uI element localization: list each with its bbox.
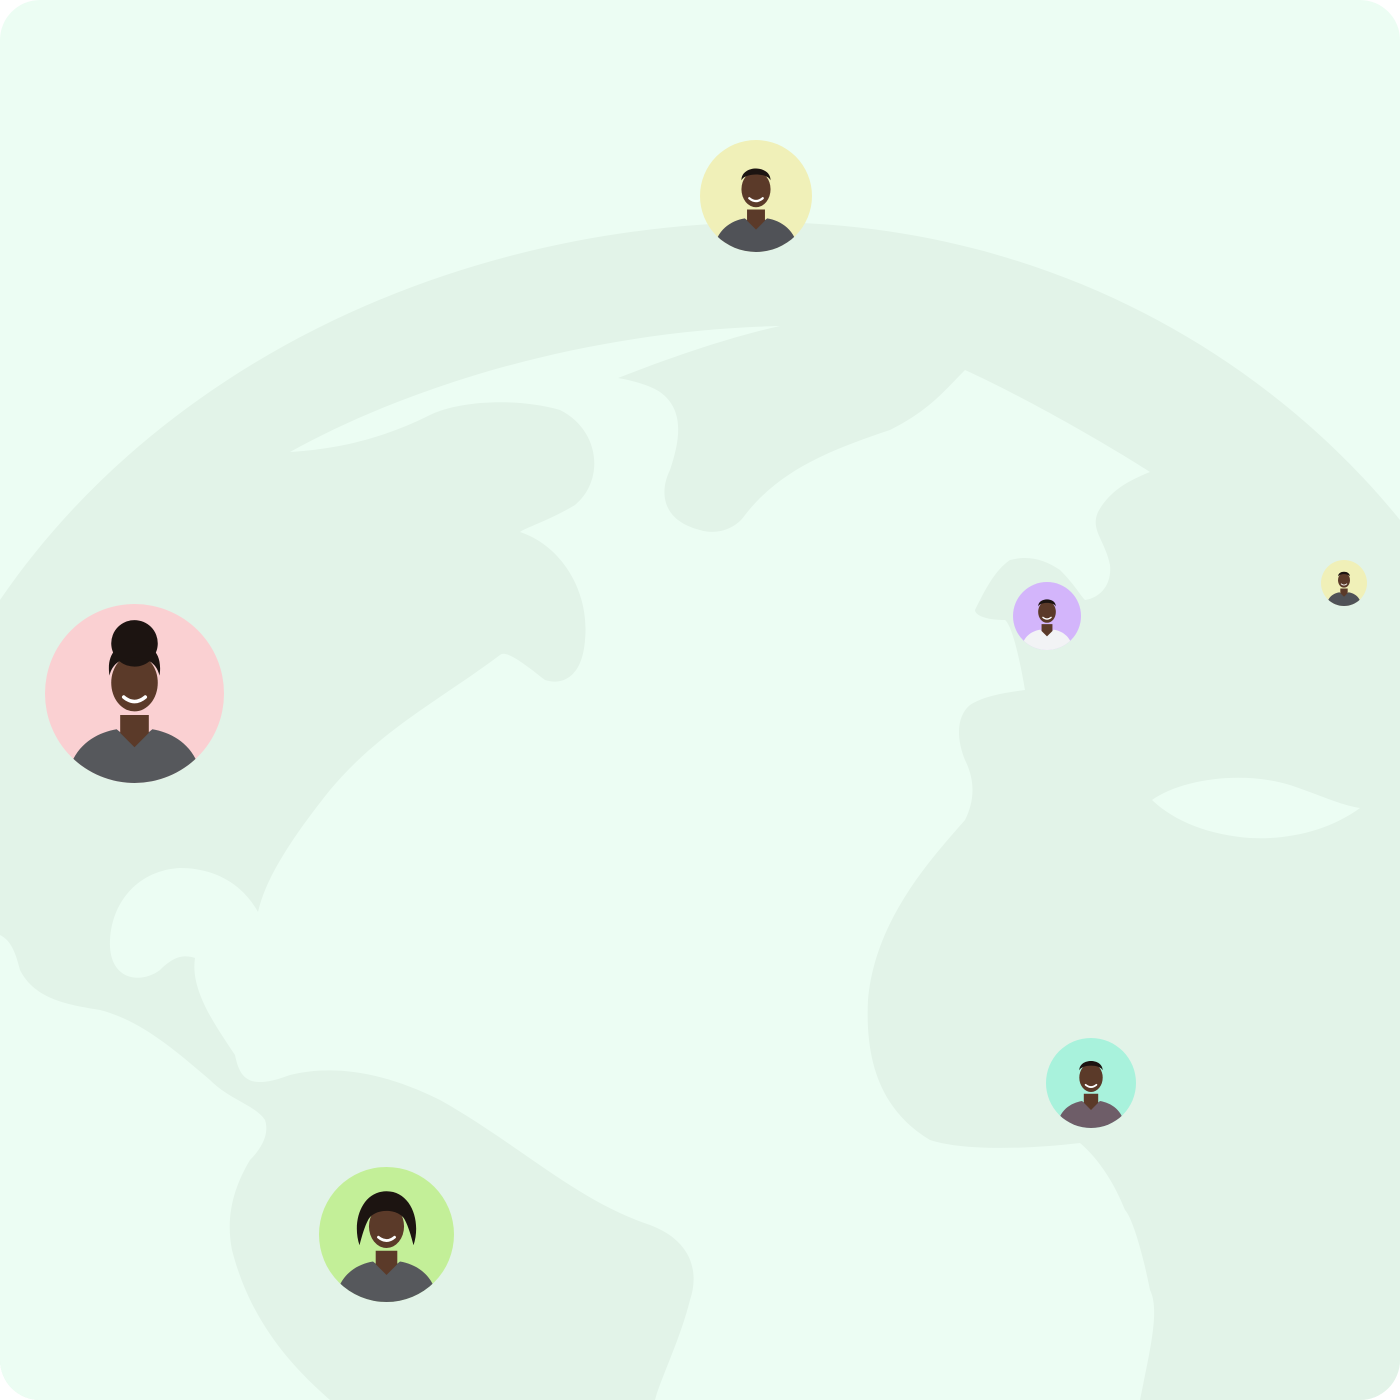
avatar-person-bottom-left[interactable]	[319, 1167, 454, 1302]
avatar-person-left[interactable]	[45, 604, 224, 783]
avatar-person-top-center[interactable]	[700, 140, 812, 252]
avatar-person-bottom-right[interactable]	[1046, 1038, 1136, 1128]
portrait-icon	[1013, 582, 1081, 650]
avatar-person-center-right[interactable]	[1013, 582, 1081, 650]
portrait-icon	[1046, 1038, 1136, 1128]
portrait-icon	[1321, 560, 1367, 606]
portrait-icon	[319, 1167, 454, 1302]
portrait-icon	[700, 140, 812, 252]
portrait-icon	[45, 604, 224, 783]
map-card	[0, 0, 1400, 1400]
avatar-person-far-right[interactable]	[1321, 560, 1367, 606]
